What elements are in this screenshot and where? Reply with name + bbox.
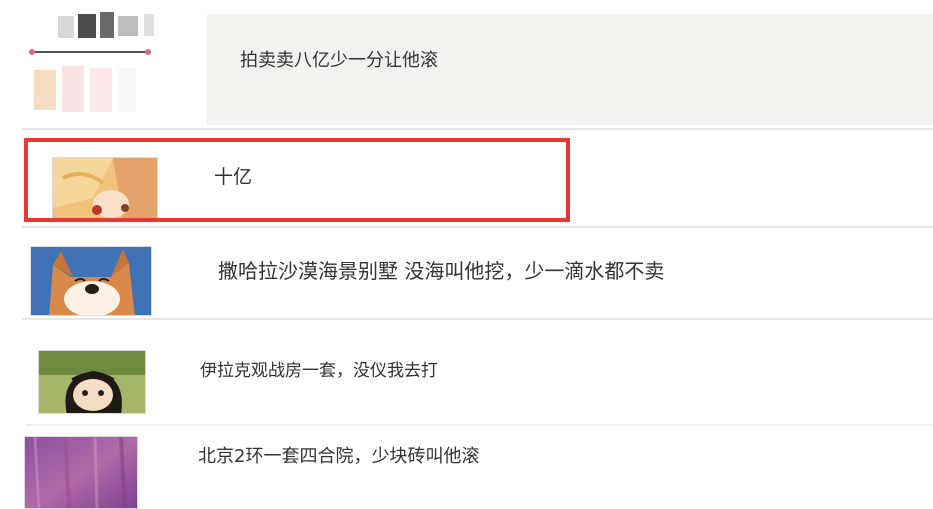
reply-text-3: 撒哈拉沙漠海景别墅 没海叫他挖，少一滴水都不卖 xyxy=(218,259,665,283)
reply-text-5: 北京2环一套四合院，少块砖叫他滚 xyxy=(198,446,480,467)
avatar-blurred-icon[interactable] xyxy=(28,8,162,126)
divider xyxy=(26,424,933,426)
reply-text-4: 伊拉克观战房一套，没仪我去打 xyxy=(200,361,438,381)
divider xyxy=(22,318,933,320)
reply-text-1: 拍卖卖八亿少一分让他滚 xyxy=(240,50,438,71)
divider xyxy=(22,128,933,130)
highlight-box xyxy=(24,138,570,222)
avatar-shiba-dog-icon[interactable] xyxy=(30,246,152,316)
avatar-purple-texture-icon[interactable] xyxy=(24,436,138,509)
divider xyxy=(22,226,933,228)
avatar-anime-character-icon[interactable] xyxy=(38,350,146,414)
reply-thread: 拍卖卖八亿少一分让他滚 十亿 撒哈拉沙漠海景别墅 没海叫他挖，少一滴水都不卖 伊… xyxy=(0,0,933,509)
